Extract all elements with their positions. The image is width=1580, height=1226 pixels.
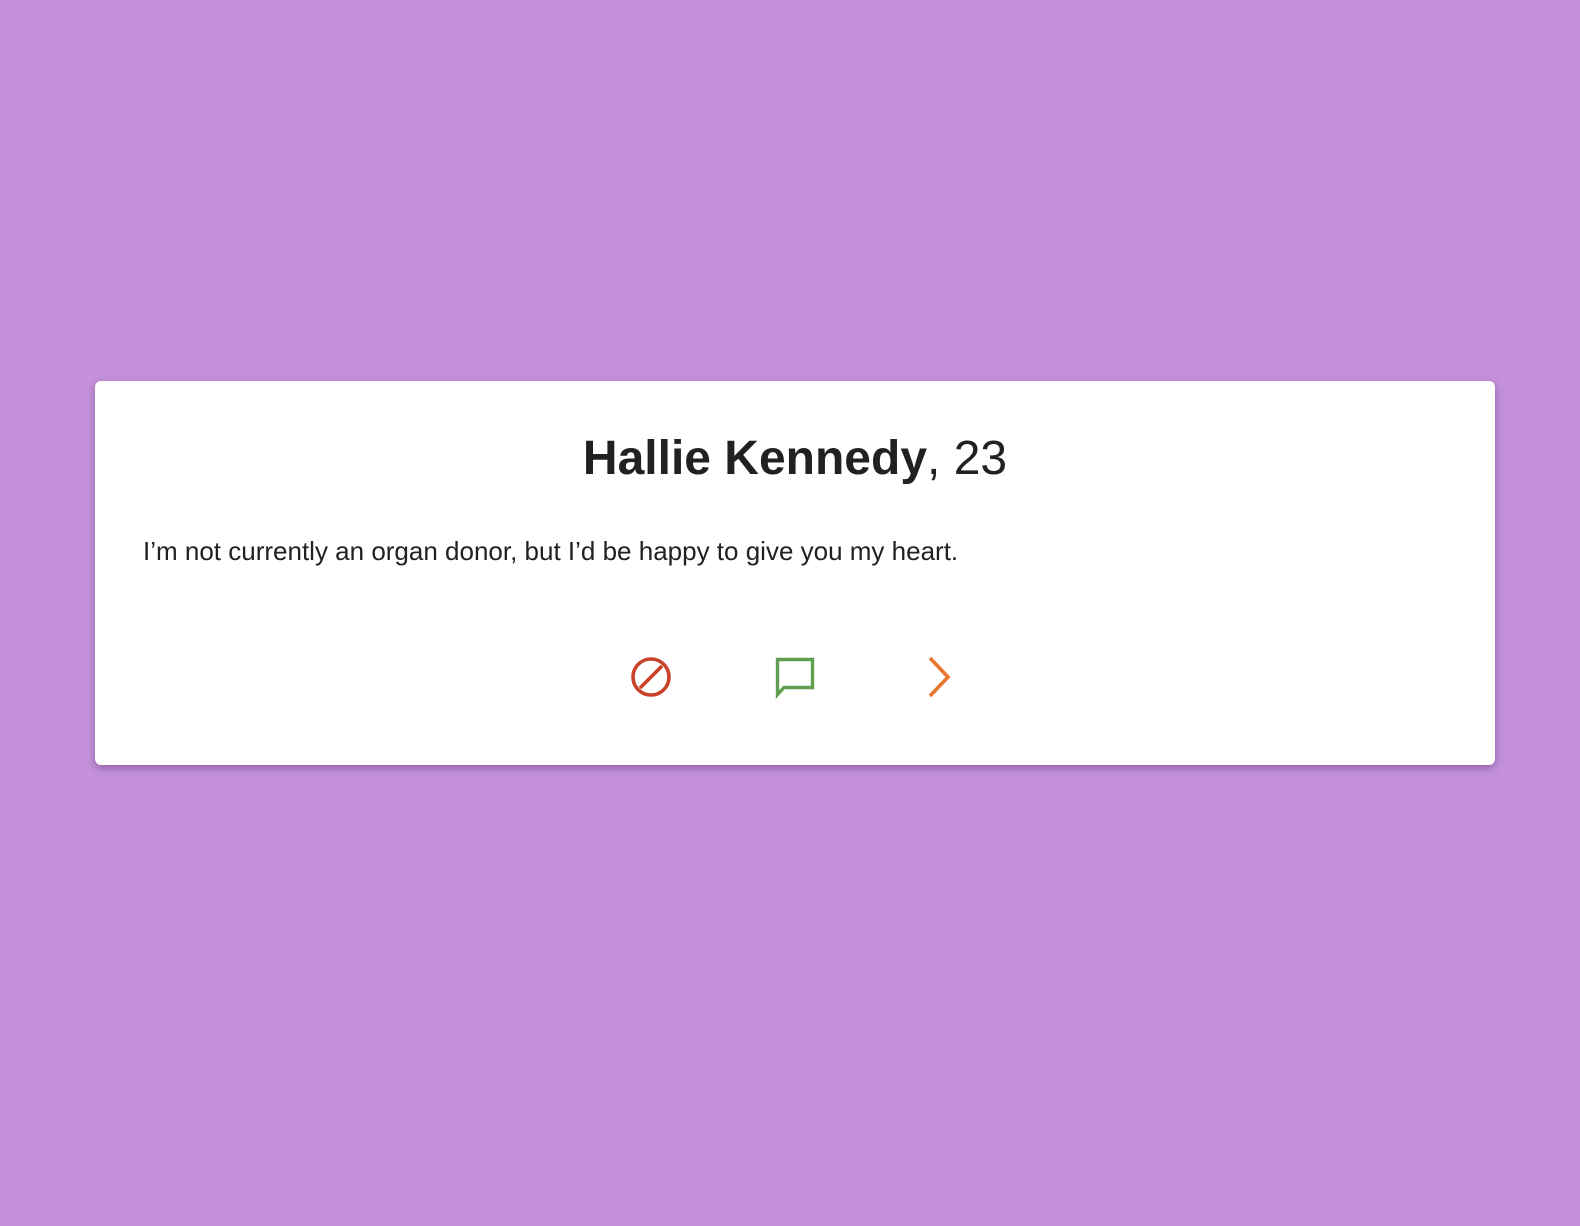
chevron-right-icon xyxy=(928,656,951,698)
action-bar xyxy=(95,655,1495,699)
profile-age: , 23 xyxy=(927,432,1008,485)
block-icon xyxy=(631,657,671,697)
message-button[interactable] xyxy=(773,655,817,699)
profile-title: Hallie Kennedy, 23 xyxy=(95,435,1495,483)
next-button[interactable] xyxy=(917,655,961,699)
profile-card: Hallie Kennedy, 23 I’m not currently an … xyxy=(95,381,1495,765)
profile-bio: I’m not currently an organ donor, but I’… xyxy=(143,536,959,566)
profile-name: Hallie Kennedy xyxy=(582,432,928,485)
block-button[interactable] xyxy=(629,655,673,699)
message-icon xyxy=(775,657,815,699)
